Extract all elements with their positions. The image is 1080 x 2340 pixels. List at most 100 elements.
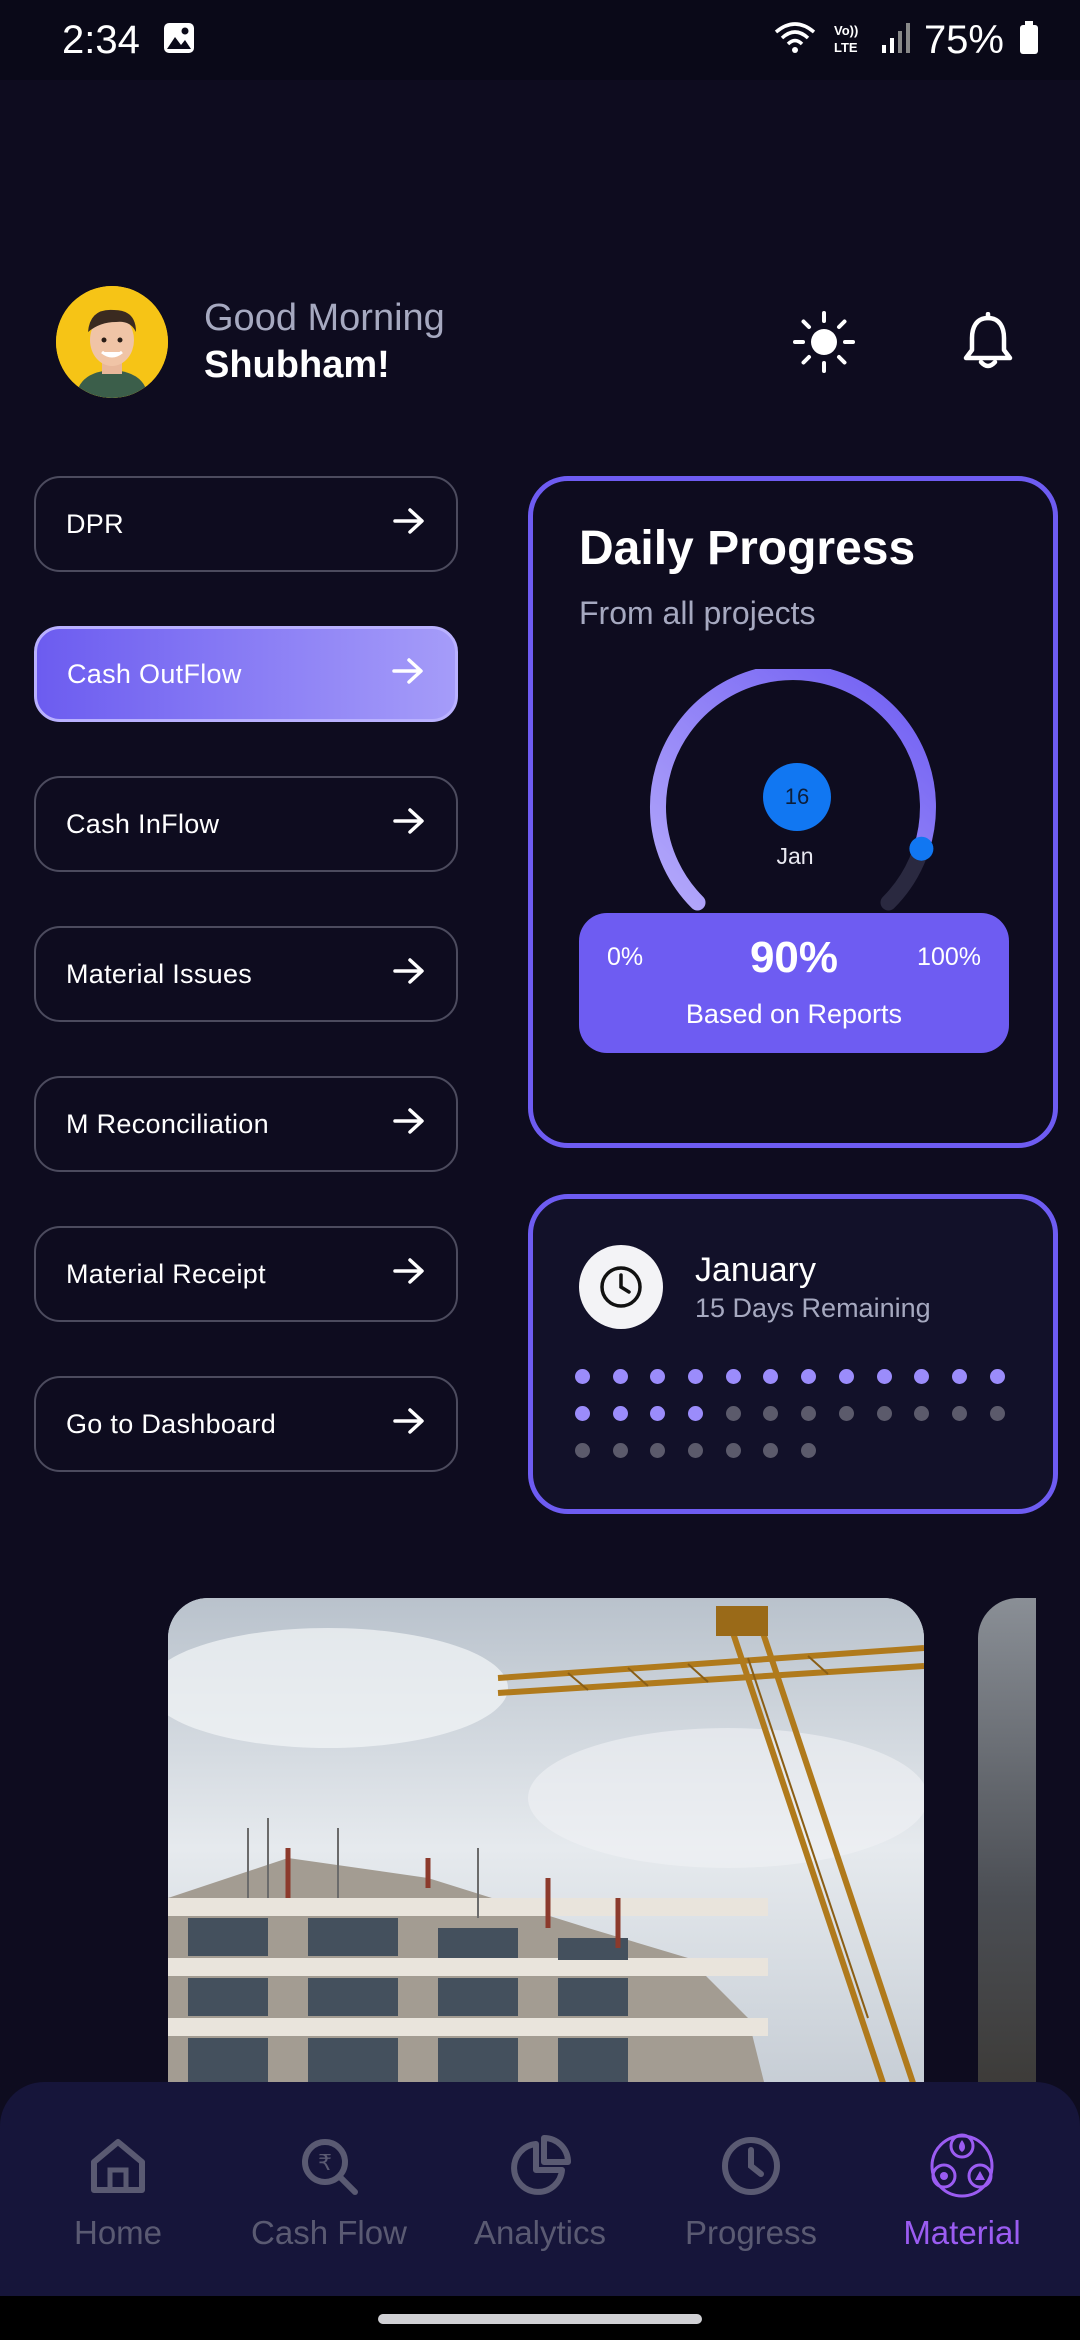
nav-label: Analytics (473, 2214, 607, 2251)
avatar[interactable] (56, 286, 168, 398)
construction-image-next[interactable] (978, 1598, 1036, 2098)
day-dot (650, 1443, 666, 1458)
construction-image[interactable] (168, 1598, 924, 2098)
day-dot (801, 1443, 817, 1458)
day-dot (725, 1406, 741, 1421)
menu-item-label: Go to Dashboard (66, 1408, 277, 1439)
battery-percent: 75% (923, 17, 1004, 62)
day-dot (650, 1406, 666, 1421)
nav-material[interactable]: Material (862, 2082, 1062, 2296)
menu-go-to-dashboard-button[interactable]: Go to Dashboard (34, 1376, 458, 1472)
user-name: Shubham! (204, 344, 390, 386)
nav-cash-flow[interactable]: ₹ Cash Flow (229, 2082, 429, 2296)
greeting-text: Good Morning (204, 297, 445, 339)
day-dot (763, 1369, 779, 1384)
battery-icon (1018, 20, 1040, 61)
day-dot (838, 1406, 854, 1421)
day-dot (725, 1443, 741, 1458)
menu-cash-outflow-button[interactable]: Cash OutFlow (34, 626, 458, 722)
day-dot (612, 1369, 628, 1384)
daily-progress-title: Daily Progress (579, 522, 916, 575)
status-left: 2:34 (62, 18, 196, 63)
arrow-right-icon (392, 506, 426, 543)
menu-dpr-button[interactable]: DPR (34, 476, 458, 572)
menu-item-label: M Reconciliation (66, 1108, 269, 1139)
lte-icon: Vo)) LTE (832, 20, 866, 61)
arrow-right-icon (392, 956, 426, 993)
day-dot (763, 1443, 779, 1458)
days-remaining: 15 Days Remaining (695, 1293, 931, 1323)
nav-analytics[interactable]: Analytics (440, 2082, 640, 2296)
day-dot (914, 1369, 930, 1384)
day-dot (575, 1369, 590, 1384)
day-dot (763, 1406, 779, 1421)
day-dot (801, 1406, 817, 1421)
header: Good Morning Shubham! (56, 284, 1024, 400)
arrow-right-icon (391, 656, 425, 693)
svg-text:Vo)): Vo)) (834, 23, 858, 38)
header-actions (792, 310, 1024, 374)
svg-text:₹: ₹ (318, 2151, 332, 2176)
nav-home[interactable]: Home (18, 2082, 218, 2296)
menu-m-reconciliation-button[interactable]: M Reconciliation (34, 1076, 458, 1172)
day-dot (612, 1443, 628, 1458)
clock-icon (579, 1245, 663, 1329)
nav-label: Cash Flow (251, 2214, 407, 2251)
menu-item-label: Cash OutFlow (67, 658, 242, 689)
rupee-search-icon: ₹ (291, 2128, 367, 2204)
nav-progress[interactable]: Progress (651, 2082, 851, 2296)
day-dots (575, 1369, 1035, 1458)
greeting: Good Morning Shubham! (204, 297, 445, 387)
day-dot (838, 1369, 854, 1384)
bell-icon[interactable] (956, 310, 1020, 374)
quick-menu: DPR Cash OutFlow Cash InFlow Material Is… (34, 476, 458, 1526)
sun-icon[interactable] (792, 310, 856, 374)
day-dot (951, 1369, 967, 1384)
day-dot (688, 1406, 704, 1421)
month-name: January (695, 1251, 816, 1289)
progress-caption: Based on Reports (685, 999, 903, 1029)
day-dot (951, 1406, 967, 1421)
day-dot (989, 1369, 1005, 1384)
day-dot (801, 1369, 817, 1384)
wifi-icon (772, 20, 818, 61)
gauge-day-badge: 16 (763, 763, 831, 831)
gauge-month: Jan (776, 843, 814, 869)
day-dot (575, 1406, 590, 1421)
day-dot (650, 1369, 666, 1384)
day-dot (876, 1406, 892, 1421)
home-icon (80, 2128, 156, 2204)
arrow-right-icon (392, 806, 426, 843)
arrow-right-icon (392, 1256, 426, 1293)
day-dot (725, 1369, 741, 1384)
nav-label: Material (903, 2214, 1021, 2251)
clock-icon (713, 2128, 789, 2204)
gallery-icon (162, 21, 196, 60)
material-icon (924, 2128, 1000, 2204)
menu-item-label: DPR (66, 508, 124, 539)
daily-progress-subtitle: From all projects (579, 595, 816, 631)
home-gesture-bar[interactable] (378, 2314, 702, 2324)
nav-label: Progress (684, 2214, 818, 2251)
month-card[interactable]: January 15 Days Remaining (528, 1194, 1058, 1514)
pie-chart-icon (502, 2128, 578, 2204)
menu-cash-inflow-button[interactable]: Cash InFlow (34, 776, 458, 872)
status-right: Vo)) LTE 75% (772, 18, 1040, 63)
menu-material-issues-button[interactable]: Material Issues (34, 926, 458, 1022)
status-time: 2:34 (62, 17, 140, 62)
menu-item-label: Cash InFlow (66, 808, 220, 839)
menu-item-label: Material Issues (66, 958, 253, 989)
signal-icon (880, 21, 910, 60)
arrow-right-icon (392, 1106, 426, 1143)
menu-item-label: Material Receipt (66, 1258, 266, 1289)
progress-max-label: 100% (917, 943, 981, 971)
daily-progress-card[interactable]: Daily Progress From all projects 16 Jan … (528, 476, 1058, 1148)
day-dot (914, 1406, 930, 1421)
day-dot (688, 1369, 704, 1384)
day-dot (575, 1443, 590, 1458)
menu-material-receipt-button[interactable]: Material Receipt (34, 1226, 458, 1322)
progress-summary: 0% 90% 100% Based on Reports (579, 913, 1009, 1053)
svg-text:LTE: LTE (834, 40, 858, 55)
day-dot (612, 1406, 628, 1421)
nav-label: Home (73, 2214, 163, 2251)
